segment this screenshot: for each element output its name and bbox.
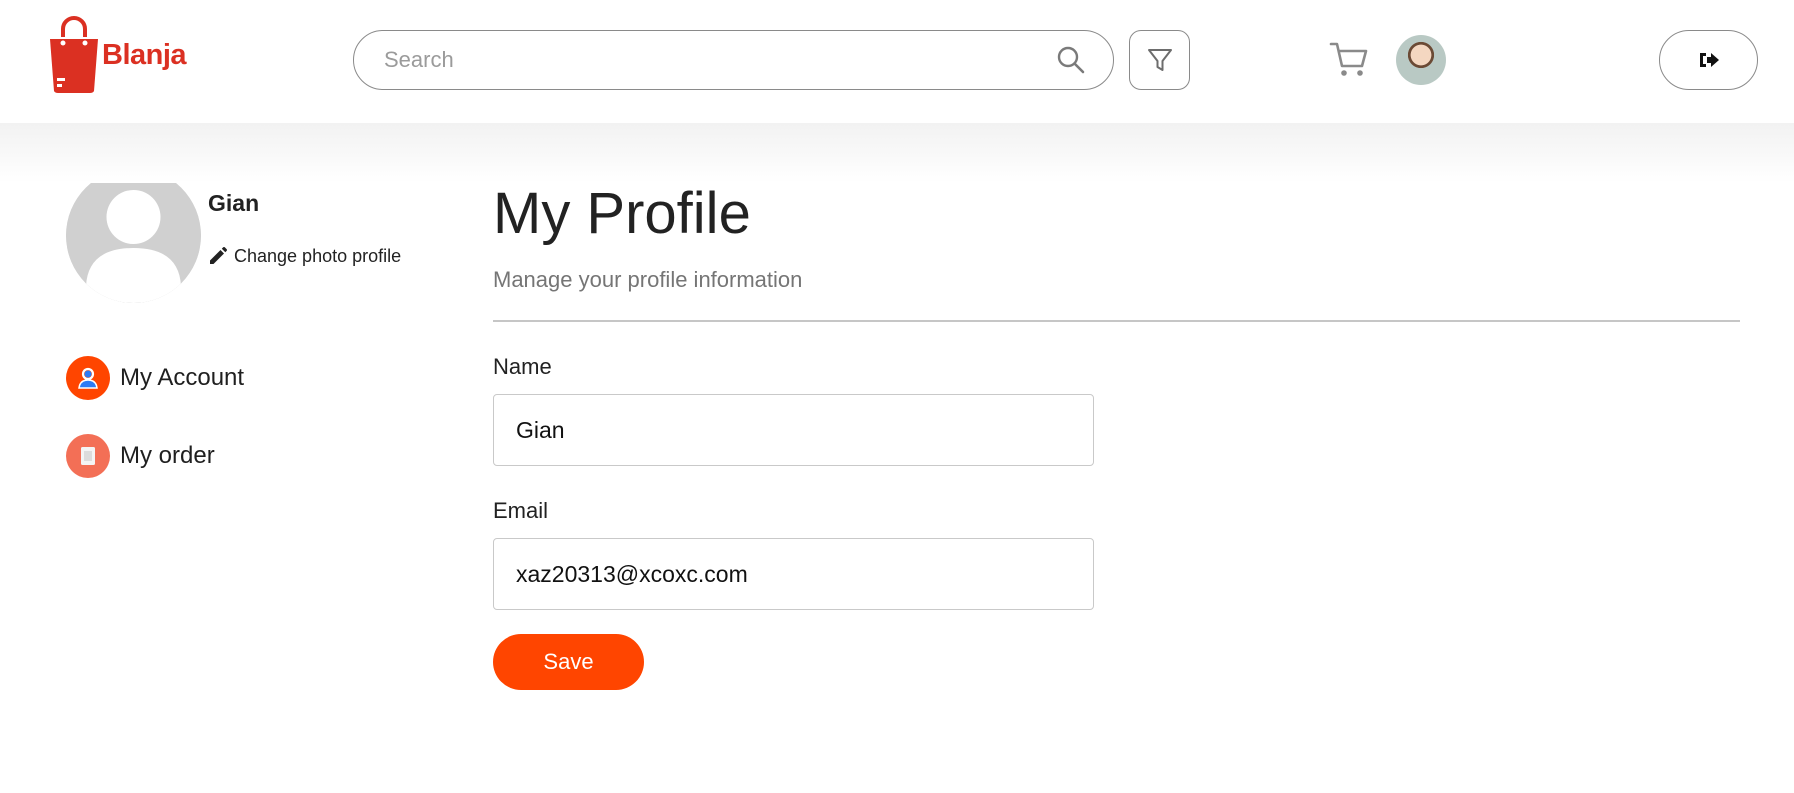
name-field[interactable] — [493, 394, 1094, 466]
user-icon — [66, 356, 110, 400]
header-shadow — [0, 123, 1794, 183]
save-button[interactable]: Save — [493, 634, 644, 690]
email-label: Email — [493, 498, 549, 523]
profile-photo — [66, 168, 201, 303]
search-bar — [353, 30, 1114, 90]
brand-name: Blanja — [102, 39, 187, 71]
filter-button[interactable] — [1129, 30, 1190, 90]
sidebar-item-my-order[interactable]: My order — [66, 434, 215, 478]
shopping-bag-icon — [50, 16, 98, 93]
filter-icon — [1147, 49, 1172, 71]
top-navbar: Blanja — [0, 0, 1794, 123]
logout-icon — [1699, 53, 1719, 67]
divider — [493, 320, 1740, 322]
cart-button[interactable] — [1328, 38, 1370, 80]
logout-button[interactable] — [1659, 30, 1758, 90]
sidebar-item-my-account[interactable]: My Account — [66, 356, 244, 400]
sidebar-item-label: My Account — [120, 364, 245, 391]
sidebar-item-label: My order — [120, 442, 215, 469]
name-label: Name — [493, 354, 552, 379]
default-avatar-icon — [66, 168, 201, 303]
page-subtitle: Manage your profile information — [493, 267, 803, 292]
search-input[interactable] — [384, 47, 1055, 73]
pencil-icon — [210, 247, 227, 264]
email-field[interactable] — [493, 538, 1094, 610]
user-avatar[interactable] — [1396, 35, 1446, 85]
change-photo-link[interactable]: Change photo profile — [208, 246, 401, 267]
page-title: My Profile — [493, 181, 751, 246]
change-photo-label: Change photo profile — [234, 246, 402, 266]
profile-name: Gian — [208, 190, 260, 216]
cart-icon — [1329, 42, 1368, 76]
clipboard-icon — [66, 434, 110, 478]
brand-logo[interactable]: Blanja — [46, 15, 206, 95]
search-icon[interactable] — [1055, 44, 1087, 76]
